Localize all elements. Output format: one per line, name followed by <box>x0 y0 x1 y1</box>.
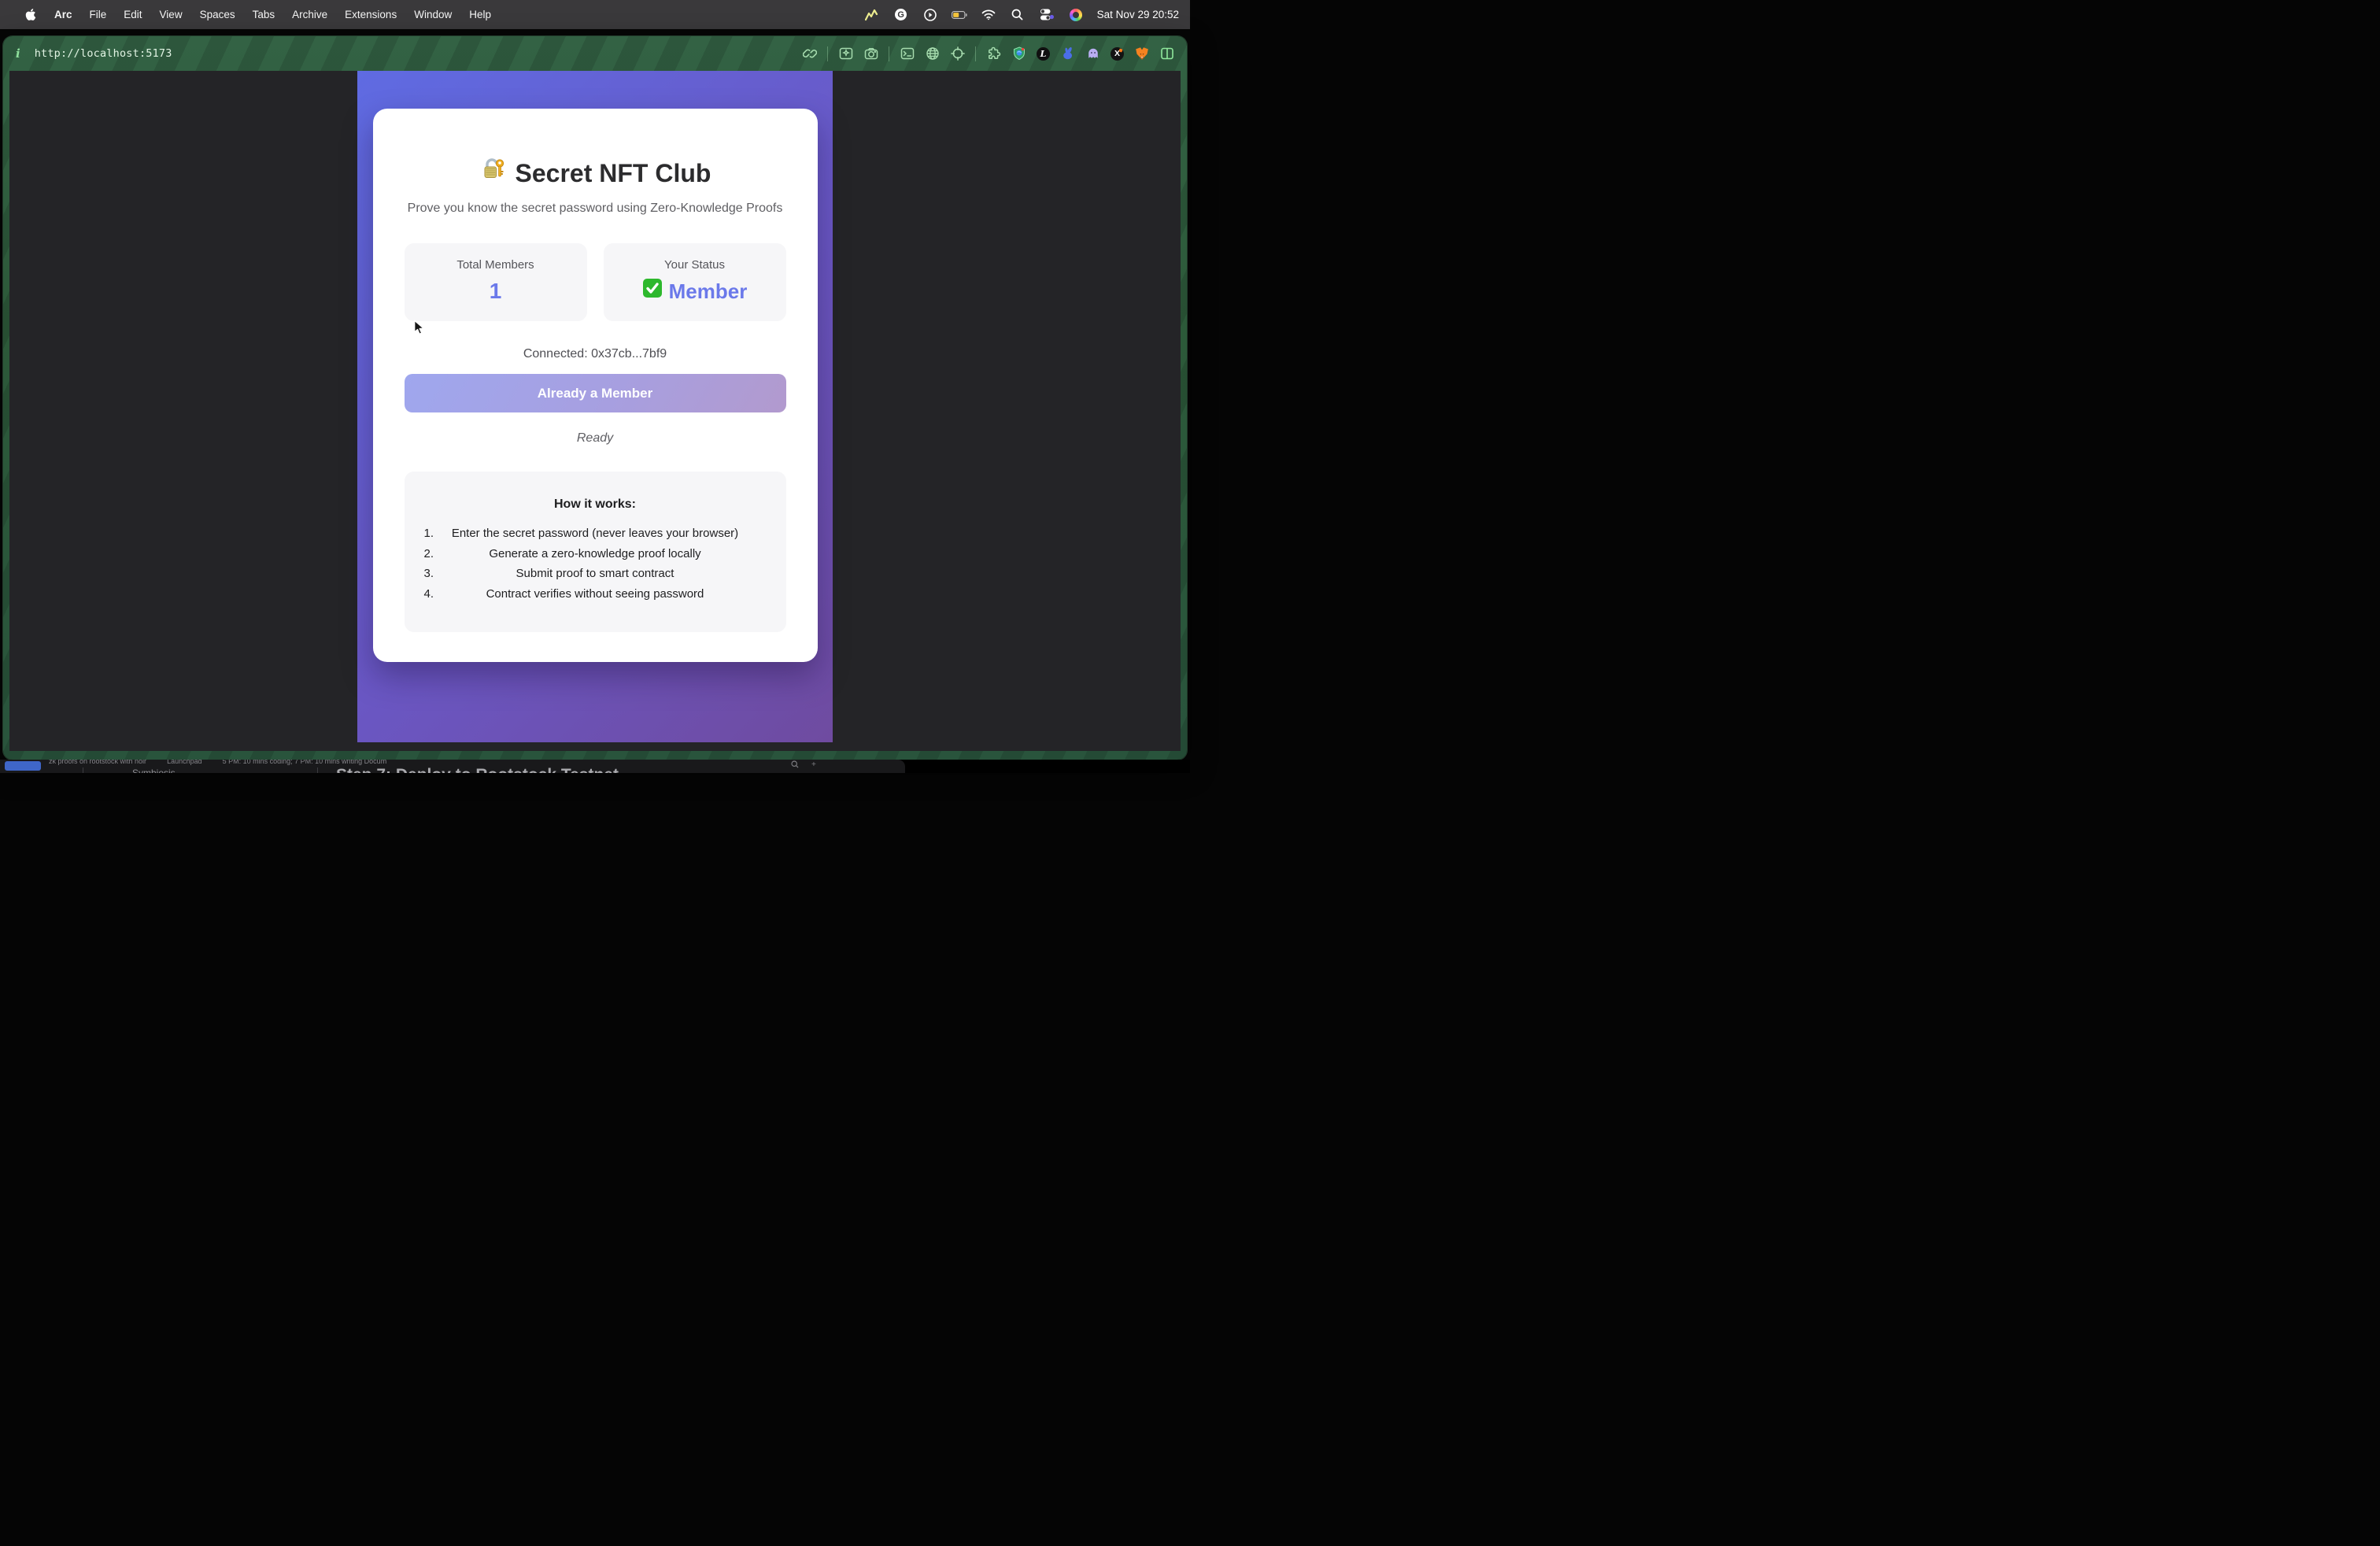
play-circle-icon[interactable] <box>922 8 938 22</box>
step-1-text: Enter the secret password (never leaves … <box>452 527 738 540</box>
already-a-member-button[interactable]: Already a Member <box>405 374 786 412</box>
menu-file[interactable]: File <box>81 9 116 20</box>
stats-row: Total Members 1 Your Status Member <box>405 243 786 321</box>
your-status-stat: Your Status Member <box>604 243 786 321</box>
ghostery-icon[interactable] <box>1085 46 1100 61</box>
spotlight-search-icon[interactable] <box>1010 8 1026 22</box>
your-status-label: Your Status <box>604 259 786 271</box>
camera-screenshot-icon[interactable] <box>863 46 878 61</box>
lock-with-key-emoji <box>479 156 506 190</box>
x-extension-icon[interactable]: X <box>1111 47 1124 61</box>
total-members-value: 1 <box>405 278 587 305</box>
your-status-value: Member <box>604 278 786 305</box>
step-3-number: 3. <box>424 564 434 584</box>
crosshair-icon[interactable] <box>950 46 965 61</box>
step-3-text: Submit proof to smart contract <box>516 567 674 580</box>
notes-toolbar-row: zk proofs on rootstock with noir Launchp… <box>49 760 386 765</box>
wifi-icon[interactable] <box>981 8 996 22</box>
step-2: 2. Generate a zero-knowledge proof local… <box>423 544 767 564</box>
battery-icon[interactable] <box>952 8 967 22</box>
step-4-text: Contract verifies without seeing passwor… <box>486 587 704 601</box>
arc-browser-window: i http://localhost:5173 <box>3 36 1187 760</box>
l-script-extension-icon[interactable]: L <box>1037 47 1050 61</box>
adguard-shield-icon[interactable] <box>1011 46 1026 61</box>
browser-toolbar: i http://localhost:5173 <box>3 36 1187 71</box>
notes-schedule-text: 5 PM: 10 mins coding; 7 PM: 10 mins writ… <box>223 760 387 765</box>
page-gradient-background: Secret NFT Club Prove you know the secre… <box>357 71 833 742</box>
status-ready-text: Ready <box>405 431 786 446</box>
search-icon[interactable] <box>791 760 799 768</box>
menu-app-arc[interactable]: Arc <box>46 9 81 20</box>
terminal-icon[interactable] <box>900 46 915 61</box>
site-info-button[interactable]: i <box>16 46 20 61</box>
background-window-sliver: zk proofs on rootstock with noir Launchp… <box>0 760 1190 773</box>
step-2-number: 2. <box>424 544 434 564</box>
step7-heading: Step 7: Deploy to Rootstock Testnet <box>336 766 619 773</box>
notes-right-icons: + <box>791 760 816 769</box>
toolbar-divider <box>827 46 828 61</box>
notes-doc-title: zk proofs on rootstock with noir <box>49 760 146 765</box>
notes-window-top: zk proofs on rootstock with noir Launchp… <box>0 760 905 773</box>
toolbar-divider <box>975 46 976 61</box>
page-title: Secret NFT Club <box>405 156 786 190</box>
page-subtitle: Prove you know the secret password using… <box>405 201 786 216</box>
step-1-number: 1. <box>424 523 434 544</box>
how-it-works-steps: 1. Enter the secret password (never leav… <box>423 523 767 604</box>
secret-nft-club-card: Secret NFT Club Prove you know the secre… <box>373 109 818 662</box>
image-capture-icon[interactable] <box>838 46 853 61</box>
menu-view[interactable]: View <box>151 9 191 20</box>
copy-link-icon[interactable] <box>802 46 817 61</box>
how-it-works-heading: How it works: <box>423 497 767 512</box>
total-members-stat: Total Members 1 <box>405 243 587 321</box>
how-it-works-box: How it works: 1. Enter the secret passwo… <box>405 472 786 632</box>
step-1: 1. Enter the secret password (never leav… <box>423 523 767 544</box>
step-2-text: Generate a zero-knowledge proof locally <box>489 547 700 560</box>
url-bar[interactable]: http://localhost:5173 <box>35 47 172 60</box>
macos-menubar: Arc File Edit View Spaces Tabs Archive E… <box>0 0 1190 29</box>
page-title-text: Secret NFT Club <box>516 157 711 189</box>
menu-help[interactable]: Help <box>460 9 500 20</box>
check-mark-emoji <box>642 278 663 305</box>
total-members-label: Total Members <box>405 259 587 271</box>
menu-edit[interactable]: Edit <box>115 9 150 20</box>
stocks-chart-icon[interactable] <box>864 8 880 22</box>
page-viewport: Secret NFT Club Prove you know the secre… <box>9 71 1181 751</box>
rainbow-circle-icon[interactable] <box>1068 8 1084 22</box>
menu-spaces[interactable]: Spaces <box>191 9 244 20</box>
step-3: 3. Submit proof to smart contract <box>423 564 767 584</box>
menu-tabs[interactable]: Tabs <box>244 9 284 20</box>
notes-launchpad-label: Launchpad <box>167 760 202 765</box>
symbiosis-label: Symbiosis <box>132 767 176 773</box>
menu-window[interactable]: Window <box>405 9 460 20</box>
grammarly-icon[interactable]: G <box>893 8 909 22</box>
plus-icon[interactable]: + <box>811 760 816 769</box>
metamask-icon[interactable] <box>1134 46 1149 61</box>
globe-icon[interactable] <box>925 46 940 61</box>
split-view-icon[interactable] <box>1159 46 1174 61</box>
blue-tab[interactable] <box>5 761 41 771</box>
menubar-clock[interactable]: Sat Nov 29 20:52 <box>1097 9 1179 20</box>
menu-extensions[interactable]: Extensions <box>336 9 405 20</box>
menu-archive[interactable]: Archive <box>283 9 336 20</box>
step-4: 4. Contract verifies without seeing pass… <box>423 584 767 605</box>
rabbit-extension-icon[interactable] <box>1060 46 1075 61</box>
divider <box>317 767 318 773</box>
control-center-icon[interactable] <box>1039 8 1055 22</box>
connected-address: Connected: 0x37cb...7bf9 <box>405 346 786 362</box>
status-member-text: Member <box>669 278 748 305</box>
extensions-puzzle-icon[interactable] <box>986 46 1001 61</box>
screen: Arc File Edit View Spaces Tabs Archive E… <box>0 0 1190 773</box>
apple-menu-icon[interactable] <box>16 8 46 21</box>
step-4-number: 4. <box>424 584 434 605</box>
